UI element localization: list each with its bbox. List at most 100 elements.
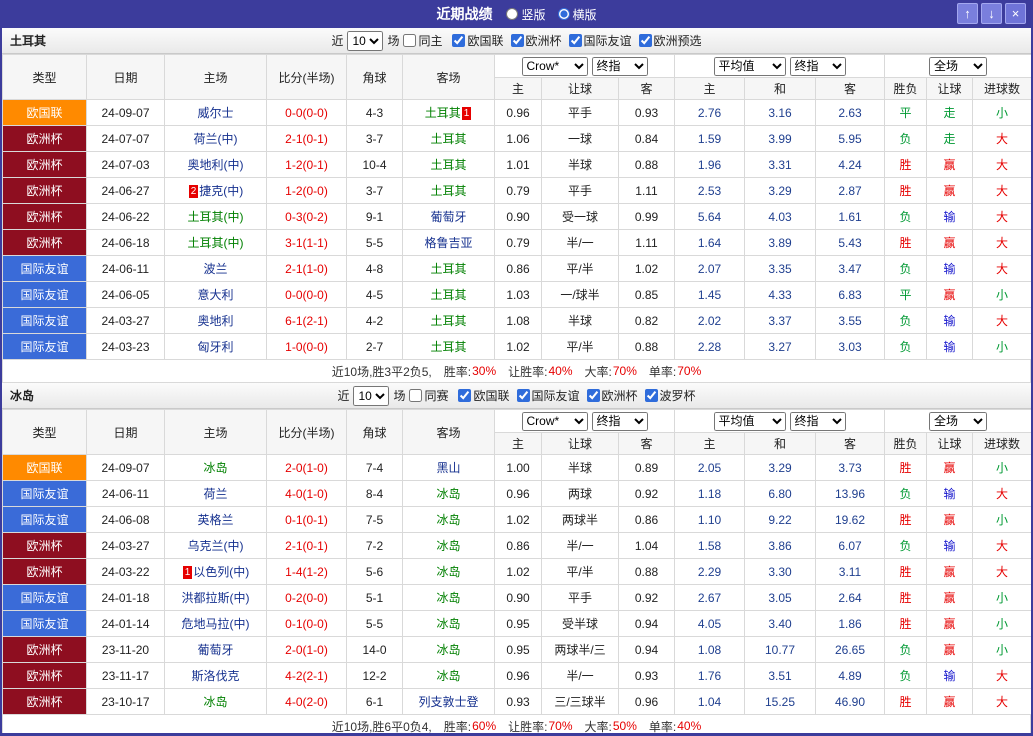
score[interactable]: 0-0(0-0)	[267, 100, 347, 126]
away-team[interactable]: 冰岛	[436, 539, 460, 553]
scope-select[interactable]: 全场	[929, 57, 987, 76]
away-team[interactable]: 土耳其	[430, 184, 466, 198]
home-team[interactable]: 冰岛	[203, 461, 227, 475]
away-team[interactable]: 土耳其	[430, 340, 466, 354]
away-team[interactable]: 冰岛	[436, 565, 460, 579]
home-team[interactable]: 意大利	[197, 288, 233, 302]
away-team[interactable]: 冰岛	[436, 617, 460, 631]
home-team[interactable]: 危地马拉(中)	[182, 617, 250, 631]
away-team[interactable]: 黑山	[436, 461, 460, 475]
final-index-select[interactable]: 终指	[592, 412, 648, 431]
away-team[interactable]: 冰岛	[436, 643, 460, 657]
away-team[interactable]: 冰岛	[436, 591, 460, 605]
move-down-button[interactable]: ↓	[981, 3, 1002, 24]
home-team[interactable]: 奥地利	[197, 314, 233, 328]
same-checkbox[interactable]	[409, 389, 422, 402]
recent-count-select[interactable]: 10	[353, 386, 389, 406]
home-team[interactable]: 冰岛	[203, 695, 227, 709]
away-team[interactable]: 列支敦士登	[418, 695, 478, 709]
score[interactable]: 4-2(2-1)	[267, 663, 347, 689]
league-filter[interactable]: 波罗杯	[645, 387, 696, 404]
home-team[interactable]: 捷克(中)	[199, 184, 243, 198]
home-team[interactable]: 乌克兰(中)	[188, 539, 244, 553]
league-filter[interactable]: 欧国联	[458, 387, 509, 404]
score[interactable]: 0-3(0-2)	[267, 204, 347, 230]
home-team[interactable]: 土耳其(中)	[188, 236, 244, 250]
league-filter[interactable]: 国际友谊	[517, 387, 580, 404]
league-checkbox[interactable]	[645, 389, 658, 402]
score[interactable]: 4-0(1-0)	[267, 481, 347, 507]
home-team[interactable]: 以色列(中)	[193, 565, 249, 579]
home-team[interactable]: 威尔士	[197, 106, 233, 120]
score[interactable]: 2-1(0-1)	[267, 126, 347, 152]
home-team[interactable]: 荷兰	[203, 487, 227, 501]
away-team[interactable]: 格鲁吉亚	[424, 236, 472, 250]
home-team[interactable]: 荷兰(中)	[194, 132, 238, 146]
score[interactable]: 1-2(0-1)	[267, 152, 347, 178]
away-team[interactable]: 冰岛	[436, 513, 460, 527]
home-team[interactable]: 匈牙利	[197, 340, 233, 354]
league-checkbox[interactable]	[517, 389, 530, 402]
league-filter[interactable]: 国际友谊	[569, 32, 632, 49]
move-up-button[interactable]: ↑	[957, 3, 978, 24]
final-index-select[interactable]: 终指	[592, 57, 648, 76]
home-team[interactable]: 奥地利(中)	[188, 158, 244, 172]
league-checkbox[interactable]	[639, 34, 652, 47]
home-team[interactable]: 斯洛伐克	[191, 669, 239, 683]
league-checkbox[interactable]	[458, 389, 471, 402]
bookmaker-select[interactable]: Crow*	[522, 412, 588, 431]
layout-radio[interactable]: 竖版	[506, 6, 545, 23]
home-team[interactable]: 波兰	[203, 262, 227, 276]
score[interactable]: 0-0(0-0)	[267, 282, 347, 308]
layout-radio-input[interactable]	[506, 8, 518, 20]
home-team[interactable]: 葡萄牙	[197, 643, 233, 657]
away-team[interactable]: 土耳其	[430, 158, 466, 172]
home-team[interactable]: 土耳其(中)	[188, 210, 244, 224]
scope-select[interactable]: 全场	[929, 412, 987, 431]
away-team[interactable]: 冰岛	[436, 669, 460, 683]
layout-radio[interactable]: 横版	[558, 6, 597, 23]
final-index-select[interactable]: 终指	[790, 57, 846, 76]
average-select[interactable]: 平均值	[714, 412, 786, 431]
home-team[interactable]: 英格兰	[197, 513, 233, 527]
score[interactable]: 3-1(1-1)	[267, 230, 347, 256]
away-team[interactable]: 土耳其	[430, 262, 466, 276]
league-checkbox[interactable]	[452, 34, 465, 47]
score[interactable]: 1-4(1-2)	[267, 559, 347, 585]
bookmaker-select[interactable]: Crow*	[522, 57, 588, 76]
score[interactable]: 0-2(0-0)	[267, 585, 347, 611]
close-button[interactable]: ×	[1005, 3, 1026, 24]
recent-count-select[interactable]: 10	[347, 31, 383, 51]
away-team[interactable]: 冰岛	[436, 487, 460, 501]
score[interactable]: 2-1(1-0)	[267, 256, 347, 282]
score[interactable]: 1-2(0-0)	[267, 178, 347, 204]
league-checkbox[interactable]	[569, 34, 582, 47]
layout-radio-input[interactable]	[558, 8, 570, 20]
score[interactable]: 1-0(0-0)	[267, 334, 347, 360]
average-select[interactable]: 平均值	[714, 57, 786, 76]
home-team[interactable]: 洪都拉斯(中)	[182, 591, 250, 605]
score[interactable]: 6-1(2-1)	[267, 308, 347, 334]
euro-odds-controls: 平均值终指	[675, 55, 885, 78]
final-index-select[interactable]: 终指	[790, 412, 846, 431]
score[interactable]: 4-0(2-0)	[267, 689, 347, 715]
league-checkbox[interactable]	[587, 389, 600, 402]
score[interactable]: 2-1(0-1)	[267, 533, 347, 559]
league-filter[interactable]: 欧洲预选	[639, 32, 702, 49]
league-filter[interactable]: 欧国联	[452, 32, 503, 49]
score[interactable]: 2-0(1-0)	[267, 455, 347, 481]
away-team[interactable]: 土耳其	[430, 132, 466, 146]
away-team[interactable]: 葡萄牙	[430, 210, 466, 224]
away-team[interactable]: 土耳其	[425, 106, 461, 120]
league-filter[interactable]: 欧洲杯	[511, 32, 562, 49]
same-filter[interactable]: 同主	[403, 32, 442, 49]
away-team[interactable]: 土耳其	[430, 314, 466, 328]
same-checkbox[interactable]	[403, 34, 416, 47]
score[interactable]: 0-1(0-1)	[267, 507, 347, 533]
score[interactable]: 2-0(1-0)	[267, 637, 347, 663]
score[interactable]: 0-1(0-0)	[267, 611, 347, 637]
away-team[interactable]: 土耳其	[430, 288, 466, 302]
same-filter[interactable]: 同赛	[409, 387, 448, 404]
league-filter[interactable]: 欧洲杯	[587, 387, 638, 404]
league-checkbox[interactable]	[511, 34, 524, 47]
